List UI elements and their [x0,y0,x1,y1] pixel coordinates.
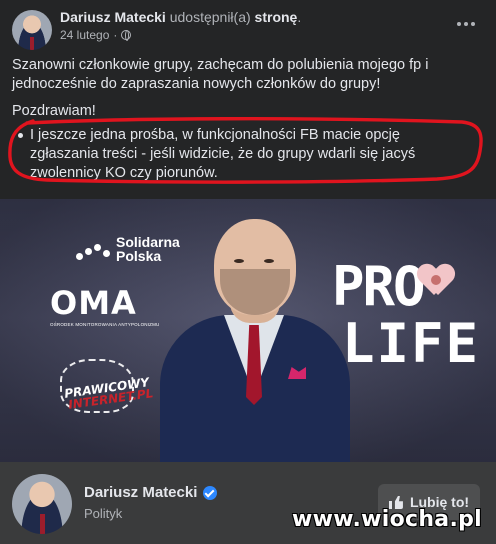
page-avatar[interactable] [12,474,72,534]
author-name-link[interactable]: Dariusz Matecki [60,9,166,25]
globe-icon [121,30,132,41]
post-paragraph: Pozdrawiam! [12,103,96,119]
post-header: Dariusz Matecki udostępnił(a) stronę. 24… [12,8,484,52]
post-header-title: Dariusz Matecki udostępnił(a) stronę. [60,9,301,25]
bullet-item: I jeszcze jedna prośba, w funkcjonalnośc… [30,127,416,181]
pro-life-line: LIFE [342,312,481,375]
bullet-dot [18,133,23,138]
portrait-photo [160,215,350,462]
page-category: Polityk [84,506,123,521]
facebook-post: Dariusz Matecki udostępnił(a) stronę. 24… [0,0,496,544]
post-bullet-list: I jeszcze jedna prośba, w funkcjonalnośc… [12,126,472,183]
watermark: www.wiocha.pl [292,507,482,532]
prawicowy-internet-logo: PRAWICOWY INTERNET.PL [58,359,154,417]
post-body: Szanowni członkowie grupy, zachęcam do p… [12,56,484,183]
meta-separator: · [113,28,118,42]
page-name-text[interactable]: Dariusz Matecki [84,484,197,501]
verified-badge-icon [203,485,218,500]
oma-subtitle: OŚRODEK MONITOROWANIA ANTYPOLONIZMU [50,322,160,327]
people-icon [76,238,110,260]
heart-icon [418,265,454,299]
author-avatar[interactable] [12,10,52,50]
oma-title: OMA [50,284,137,322]
post-meta: 24 lutego · [60,28,132,42]
shared-suffix: . [297,9,302,25]
post-image[interactable]: Solidarna Polska OMA OŚRODEK MONITOROWAN… [0,199,496,462]
shared-page-link[interactable]: stronę [255,9,298,25]
page-name[interactable]: Dariusz Matecki [84,484,218,501]
more-options-icon[interactable] [452,14,480,34]
shared-text: udostępnił(a) [169,9,251,25]
avatar-tie [30,37,34,50]
oma-logo: OMA OŚRODEK MONITOROWANIA ANTYPOLONIZMU [50,284,160,327]
post-paragraph: Szanowni członkowie grupy, zachęcam do p… [12,57,429,92]
post-date[interactable]: 24 lutego [60,28,109,42]
